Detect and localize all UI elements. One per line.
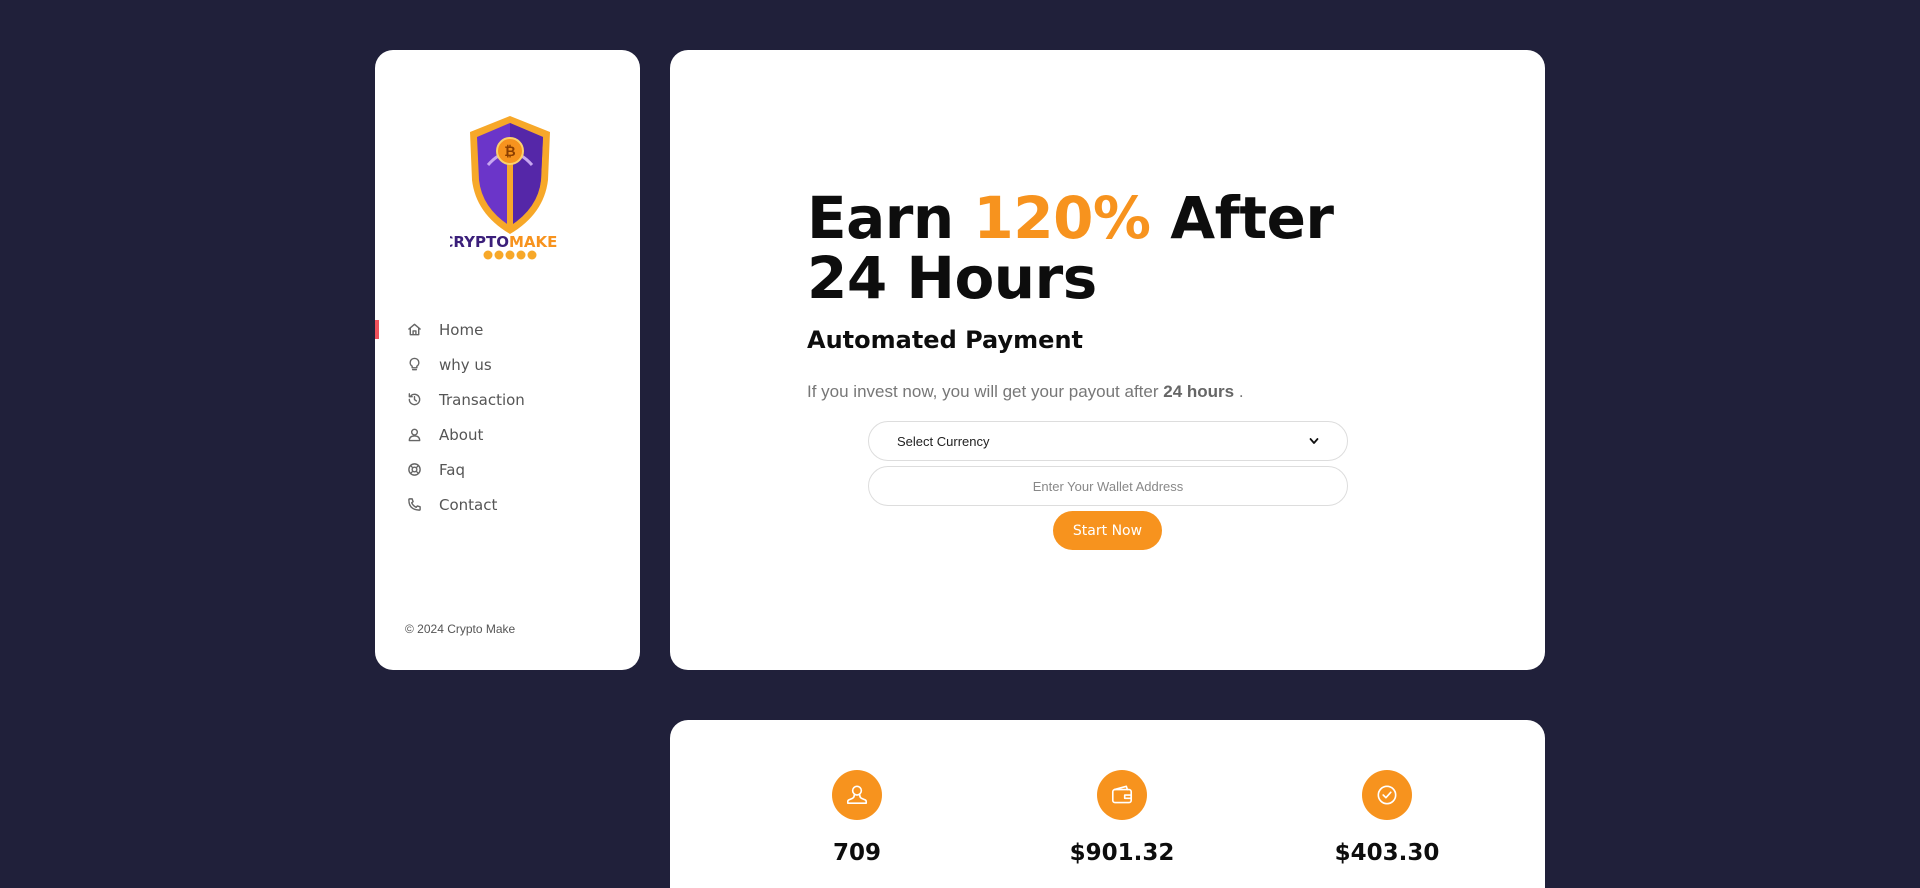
main-nav: Home why us Transaction About Faq Contac… xyxy=(375,312,640,522)
chevron-down-icon xyxy=(1309,438,1319,444)
history-icon xyxy=(405,391,423,409)
nav-item-contact[interactable]: Contact xyxy=(375,487,640,522)
lightbulb-icon xyxy=(405,356,423,374)
headline-prefix: Earn xyxy=(807,184,974,252)
nav-label: Contact xyxy=(439,495,498,514)
currency-select-value: Select Currency xyxy=(897,433,990,449)
desc-prefix: If you invest now, you will get your pay… xyxy=(807,382,1164,401)
copyright-text: © 2024 Crypto Make xyxy=(405,622,516,636)
stat-users: 709 xyxy=(777,770,937,866)
stat-withdrawals: $403.30 xyxy=(1307,770,1467,866)
nav-item-about[interactable]: About xyxy=(375,417,640,452)
stat-value: $901.32 xyxy=(1069,840,1175,866)
user-icon xyxy=(405,426,423,444)
desc-suffix: . xyxy=(1234,382,1244,401)
svg-text:₿: ₿ xyxy=(504,144,515,160)
nav-item-home[interactable]: Home xyxy=(375,312,640,347)
stat-deposits: $901.32 xyxy=(1042,770,1202,866)
hero-description: If you invest now, you will get your pay… xyxy=(807,382,1244,402)
nav-label: About xyxy=(439,425,484,444)
logo-text-crypto: CRYPTO xyxy=(450,233,509,251)
lifebuoy-icon xyxy=(405,461,423,479)
crypto-make-logo[interactable]: ₿ CRYPTO MAKE xyxy=(442,110,570,260)
check-circle-icon xyxy=(1362,770,1412,820)
currency-select[interactable]: Select Currency xyxy=(868,421,1348,461)
nav-label: Transaction xyxy=(439,390,525,409)
nav-label: Faq xyxy=(439,460,465,479)
start-now-button[interactable]: Start Now xyxy=(1053,511,1162,550)
stat-value: $403.30 xyxy=(1334,840,1440,866)
nav-item-transaction[interactable]: Transaction xyxy=(375,382,640,417)
logo-text-make: MAKE xyxy=(509,233,557,251)
hero-subheadline: Automated Payment xyxy=(807,326,1083,354)
stat-value: 709 xyxy=(832,840,881,866)
hero-headline: Earn 120% After 24 Hours xyxy=(807,188,1427,308)
wallet-address-input[interactable] xyxy=(868,466,1348,506)
nav-item-faq[interactable]: Faq xyxy=(375,452,640,487)
hero-card: Earn 120% After 24 Hours Automated Payme… xyxy=(670,50,1545,670)
phone-icon xyxy=(405,496,423,514)
home-icon xyxy=(405,321,423,339)
headline-accent: 120% xyxy=(973,184,1151,252)
nav-label: why us xyxy=(439,355,492,374)
desc-bold: 24 hours xyxy=(1163,382,1235,401)
wallet-icon xyxy=(1097,770,1147,820)
stats-card: 709 $901.32 $403.30 xyxy=(670,720,1545,888)
sidebar: ₿ CRYPTO MAKE Home why us Tra xyxy=(375,50,640,670)
nav-label: Home xyxy=(439,320,484,339)
nav-item-why-us[interactable]: why us xyxy=(375,347,640,382)
user-icon xyxy=(832,770,882,820)
